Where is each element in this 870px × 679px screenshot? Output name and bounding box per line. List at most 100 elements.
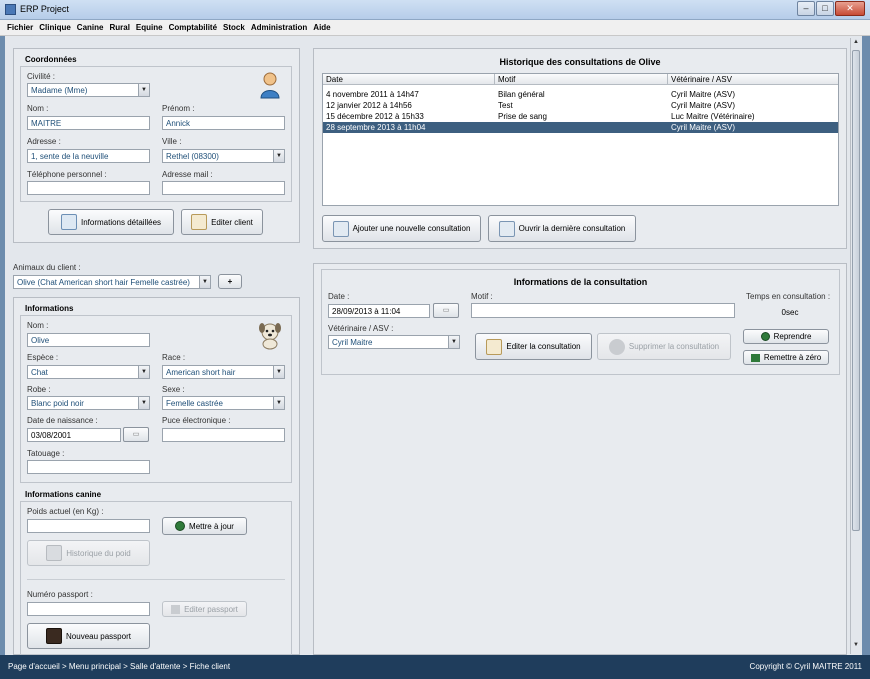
calendar-icon[interactable]: ▭ bbox=[123, 427, 149, 442]
calendar-icon[interactable]: ▭ bbox=[433, 303, 459, 318]
consultations-table[interactable]: Date Motif Vétérinaire / ASV 4 novembre … bbox=[322, 73, 839, 206]
prenom-field[interactable]: Annick bbox=[162, 116, 285, 130]
scroll-down-icon[interactable]: ▼ bbox=[852, 642, 860, 652]
reprendre-button[interactable]: Reprendre bbox=[743, 329, 829, 344]
row-date: 12 janvier 2012 à 14h56 bbox=[326, 101, 412, 110]
nouveau-passeport-button[interactable]: Nouveau passport bbox=[27, 623, 150, 649]
motif-field[interactable] bbox=[471, 303, 735, 318]
civilite-select[interactable]: Madame (Mme) ▼ bbox=[27, 83, 150, 97]
temps-label: Temps en consultation : bbox=[746, 292, 831, 301]
civilite-label: Civilité : bbox=[27, 72, 56, 81]
play-icon bbox=[760, 332, 770, 341]
passport-add-icon bbox=[46, 628, 63, 644]
date-field[interactable]: 28/09/2013 à 11:04 bbox=[328, 304, 430, 318]
mettre-a-jour-button[interactable]: Mettre à jour bbox=[162, 517, 247, 535]
column-motif[interactable]: Motif bbox=[495, 74, 668, 85]
race-select[interactable]: American short hair ▼ bbox=[162, 365, 285, 379]
chevron-down-icon: ▼ bbox=[199, 276, 210, 288]
remettre-a-zero-label: Remettre à zéro bbox=[763, 353, 822, 362]
tatouage-field[interactable] bbox=[27, 460, 150, 474]
column-date[interactable]: Date bbox=[323, 74, 495, 85]
historique-poid-button[interactable]: Historique du poid bbox=[27, 540, 150, 566]
adresse-field[interactable]: 1, sente de la neuville bbox=[27, 149, 150, 163]
editer-client-button[interactable]: Editer client bbox=[181, 209, 263, 235]
animal-nom-field[interactable]: Olive bbox=[27, 333, 150, 347]
table-row[interactable]: 15 décembre 2012 à 15h33 Prise de sang Luc… bbox=[323, 111, 838, 122]
column-veterinaire[interactable]: Vétérinaire / ASV bbox=[668, 74, 838, 85]
table-row-selected[interactable]: 28 septembre 2013 à 11h04 Cyril Maitre (A… bbox=[323, 122, 838, 133]
scroll-up-icon[interactable]: ▲ bbox=[852, 39, 860, 49]
editer-passeport-button[interactable]: Editer passport bbox=[162, 601, 247, 617]
mail-label: Adresse mail : bbox=[162, 170, 213, 179]
puce-label: Puce électronique : bbox=[162, 416, 231, 425]
row-motif: Test bbox=[498, 101, 513, 110]
editer-consultation-button[interactable]: Editer la consultation bbox=[475, 333, 592, 360]
historique-title: Historique des consultations de Olive bbox=[499, 57, 661, 67]
chevron-down-icon: ▼ bbox=[448, 336, 459, 348]
menu-canine[interactable]: Canine bbox=[74, 20, 107, 35]
divider bbox=[27, 579, 285, 580]
supprimer-consultation-button[interactable]: Supprimer la consultation bbox=[597, 333, 731, 360]
row-motif: Bilan général bbox=[498, 90, 545, 99]
chevron-down-icon: ▼ bbox=[138, 84, 149, 96]
menu-aide[interactable]: Aide bbox=[310, 20, 333, 35]
menu-equine[interactable]: Equine bbox=[133, 20, 166, 35]
maximize-button[interactable]: □ bbox=[816, 1, 834, 16]
chart-icon bbox=[46, 545, 63, 561]
veterinaire-select[interactable]: Cyril Maitre ▼ bbox=[328, 335, 460, 349]
ville-select[interactable]: Rethel (08300) ▼ bbox=[162, 149, 285, 163]
menu-fichier[interactable]: Fichier bbox=[4, 20, 36, 35]
robe-label: Robe : bbox=[27, 385, 51, 394]
telephone-field[interactable] bbox=[27, 181, 150, 195]
menu-administration[interactable]: Administration bbox=[248, 20, 310, 35]
sexe-label: Sexe : bbox=[162, 385, 185, 394]
naissance-field[interactable]: 03/08/2001 bbox=[27, 428, 121, 442]
person-icon bbox=[259, 71, 281, 99]
informations-detaillees-button[interactable]: Informations détaillées bbox=[48, 209, 174, 235]
row-motif: Prise de sang bbox=[498, 112, 547, 121]
minimize-button[interactable]: – bbox=[797, 1, 815, 16]
naissance-label: Date de naissance : bbox=[27, 416, 98, 425]
title-bar: ERP Project – □ ✕ bbox=[0, 0, 870, 20]
mail-field[interactable] bbox=[162, 181, 285, 195]
row-veterinaire: Luc Maitre (Vétérinaire) bbox=[671, 112, 755, 121]
espece-select[interactable]: Chat ▼ bbox=[27, 365, 150, 379]
tatouage-label: Tatouage : bbox=[27, 449, 65, 458]
sexe-select[interactable]: Femelle castrée ▼ bbox=[162, 396, 285, 410]
poids-field[interactable] bbox=[27, 519, 150, 533]
nom-field[interactable]: MAITRE bbox=[27, 116, 150, 130]
magnifier-icon bbox=[60, 214, 77, 230]
ajouter-consultation-label: Ajouter une nouvelle consultation bbox=[352, 224, 471, 233]
menu-stock[interactable]: Stock bbox=[220, 20, 248, 35]
espece-value: Chat bbox=[31, 368, 48, 377]
supprimer-consultation-label: Supprimer la consultation bbox=[628, 342, 720, 351]
window-title: ERP Project bbox=[20, 4, 69, 14]
mettre-a-jour-label: Mettre à jour bbox=[189, 521, 234, 531]
ajouter-consultation-button[interactable]: Ajouter une nouvelle consultation bbox=[322, 215, 481, 242]
temps-value: 0sec bbox=[781, 308, 799, 317]
add-animal-button[interactable]: + bbox=[218, 274, 242, 289]
editer-consultation-label: Editer la consultation bbox=[506, 342, 581, 351]
syringe-open-icon bbox=[498, 220, 515, 237]
menu-rural[interactable]: Rural bbox=[106, 20, 132, 35]
reset-icon bbox=[750, 353, 760, 362]
table-row[interactable]: 4 novembre 2011 à 14h47 Bilan général Cyri… bbox=[323, 89, 838, 100]
sexe-value: Femelle castrée bbox=[166, 399, 223, 408]
robe-select[interactable]: Blanc poid noir ▼ bbox=[27, 396, 150, 410]
passeport-field[interactable] bbox=[27, 602, 150, 616]
veterinaire-value: Cyril Maitre bbox=[332, 338, 373, 347]
vertical-scrollbar[interactable]: ▲ ▼ bbox=[850, 38, 861, 654]
menu-clinique[interactable]: Clinique bbox=[36, 20, 74, 35]
puce-field[interactable] bbox=[162, 428, 285, 442]
animaux-select[interactable]: Olive (Chat American short hair Femelle … bbox=[13, 275, 211, 289]
remettre-a-zero-button[interactable]: Remettre à zéro bbox=[743, 350, 829, 365]
chevron-down-icon: ▼ bbox=[138, 397, 149, 409]
scrollbar-thumb[interactable] bbox=[852, 50, 860, 531]
copyright: Copyright © Cyril MAITRE 2011 bbox=[749, 662, 862, 671]
editer-client-label: Editer client bbox=[211, 217, 253, 227]
ouvrir-consultation-button[interactable]: Ouvrir la dernière consultation bbox=[488, 215, 636, 242]
menu-comptabilite[interactable]: Comptabilité bbox=[166, 20, 220, 35]
close-button[interactable]: ✕ bbox=[835, 1, 865, 16]
coordonnees-header: Coordonnées bbox=[25, 55, 77, 64]
table-row[interactable]: 12 janvier 2012 à 14h56 Test Cyril Maitre … bbox=[323, 100, 838, 111]
